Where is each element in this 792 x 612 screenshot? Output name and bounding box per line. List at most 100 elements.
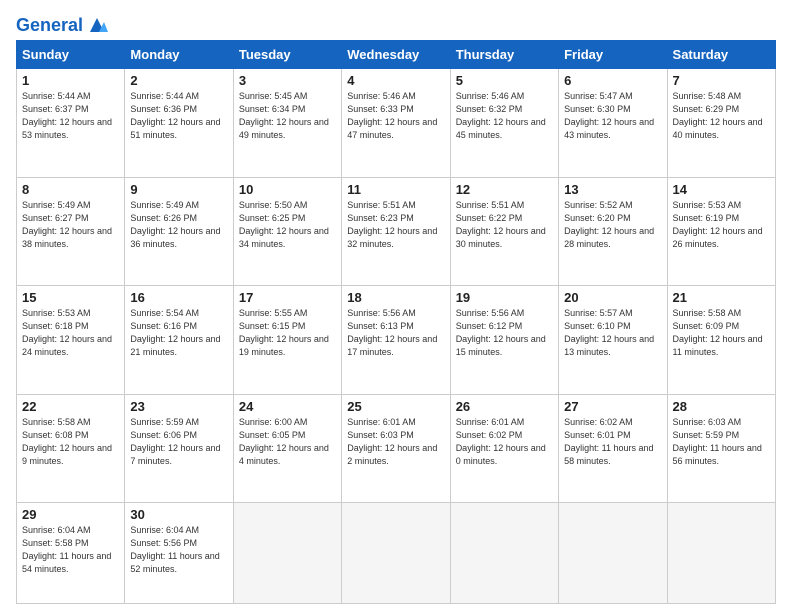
week-row-4: 22 Sunrise: 5:58 AM Sunset: 6:08 PM Dayl… — [17, 394, 776, 503]
calendar-header-row: SundayMondayTuesdayWednesdayThursdayFrid… — [17, 41, 776, 69]
day-number: 6 — [564, 73, 661, 88]
day-info: Sunrise: 5:50 AM Sunset: 6:25 PM Dayligh… — [239, 199, 336, 251]
day-info: Sunrise: 6:01 AM Sunset: 6:03 PM Dayligh… — [347, 416, 444, 468]
week-row-3: 15 Sunrise: 5:53 AM Sunset: 6:18 PM Dayl… — [17, 286, 776, 395]
day-header-tuesday: Tuesday — [233, 41, 341, 69]
calendar-cell: 2 Sunrise: 5:44 AM Sunset: 6:36 PM Dayli… — [125, 69, 233, 178]
day-info: Sunrise: 5:47 AM Sunset: 6:30 PM Dayligh… — [564, 90, 661, 142]
day-info: Sunrise: 5:58 AM Sunset: 6:09 PM Dayligh… — [673, 307, 770, 359]
day-number: 3 — [239, 73, 336, 88]
day-info: Sunrise: 6:04 AM Sunset: 5:58 PM Dayligh… — [22, 524, 119, 576]
calendar-cell: 30 Sunrise: 6:04 AM Sunset: 5:56 PM Dayl… — [125, 503, 233, 604]
calendar-cell: 15 Sunrise: 5:53 AM Sunset: 6:18 PM Dayl… — [17, 286, 125, 395]
day-info: Sunrise: 6:04 AM Sunset: 5:56 PM Dayligh… — [130, 524, 227, 576]
day-number: 4 — [347, 73, 444, 88]
calendar-cell — [450, 503, 558, 604]
page: General SundayMondayTuesdayWednesdayThur… — [0, 0, 792, 612]
day-number: 24 — [239, 399, 336, 414]
week-row-1: 1 Sunrise: 5:44 AM Sunset: 6:37 PM Dayli… — [17, 69, 776, 178]
day-number: 23 — [130, 399, 227, 414]
day-info: Sunrise: 5:53 AM Sunset: 6:19 PM Dayligh… — [673, 199, 770, 251]
calendar-cell: 1 Sunrise: 5:44 AM Sunset: 6:37 PM Dayli… — [17, 69, 125, 178]
calendar-cell: 22 Sunrise: 5:58 AM Sunset: 6:08 PM Dayl… — [17, 394, 125, 503]
day-info: Sunrise: 5:44 AM Sunset: 6:36 PM Dayligh… — [130, 90, 227, 142]
calendar-cell: 18 Sunrise: 5:56 AM Sunset: 6:13 PM Dayl… — [342, 286, 450, 395]
calendar-cell — [667, 503, 775, 604]
logo-icon — [86, 14, 108, 36]
day-info: Sunrise: 5:53 AM Sunset: 6:18 PM Dayligh… — [22, 307, 119, 359]
calendar-cell: 7 Sunrise: 5:48 AM Sunset: 6:29 PM Dayli… — [667, 69, 775, 178]
calendar-cell: 23 Sunrise: 5:59 AM Sunset: 6:06 PM Dayl… — [125, 394, 233, 503]
day-number: 18 — [347, 290, 444, 305]
day-info: Sunrise: 5:57 AM Sunset: 6:10 PM Dayligh… — [564, 307, 661, 359]
day-info: Sunrise: 5:58 AM Sunset: 6:08 PM Dayligh… — [22, 416, 119, 468]
calendar-cell: 19 Sunrise: 5:56 AM Sunset: 6:12 PM Dayl… — [450, 286, 558, 395]
day-info: Sunrise: 5:55 AM Sunset: 6:15 PM Dayligh… — [239, 307, 336, 359]
day-number: 2 — [130, 73, 227, 88]
day-number: 7 — [673, 73, 770, 88]
day-number: 30 — [130, 507, 227, 522]
calendar-table: SundayMondayTuesdayWednesdayThursdayFrid… — [16, 40, 776, 604]
day-number: 21 — [673, 290, 770, 305]
day-number: 16 — [130, 290, 227, 305]
day-info: Sunrise: 5:51 AM Sunset: 6:23 PM Dayligh… — [347, 199, 444, 251]
calendar-cell: 27 Sunrise: 6:02 AM Sunset: 6:01 PM Dayl… — [559, 394, 667, 503]
calendar-cell: 9 Sunrise: 5:49 AM Sunset: 6:26 PM Dayli… — [125, 177, 233, 286]
day-info: Sunrise: 5:48 AM Sunset: 6:29 PM Dayligh… — [673, 90, 770, 142]
calendar-cell: 3 Sunrise: 5:45 AM Sunset: 6:34 PM Dayli… — [233, 69, 341, 178]
calendar-cell: 6 Sunrise: 5:47 AM Sunset: 6:30 PM Dayli… — [559, 69, 667, 178]
day-number: 25 — [347, 399, 444, 414]
day-info: Sunrise: 5:45 AM Sunset: 6:34 PM Dayligh… — [239, 90, 336, 142]
day-header-thursday: Thursday — [450, 41, 558, 69]
calendar-cell: 24 Sunrise: 6:00 AM Sunset: 6:05 PM Dayl… — [233, 394, 341, 503]
day-number: 29 — [22, 507, 119, 522]
day-info: Sunrise: 5:46 AM Sunset: 6:32 PM Dayligh… — [456, 90, 553, 142]
day-info: Sunrise: 5:54 AM Sunset: 6:16 PM Dayligh… — [130, 307, 227, 359]
day-number: 15 — [22, 290, 119, 305]
day-number: 20 — [564, 290, 661, 305]
day-number: 13 — [564, 182, 661, 197]
calendar-cell: 10 Sunrise: 5:50 AM Sunset: 6:25 PM Dayl… — [233, 177, 341, 286]
day-number: 12 — [456, 182, 553, 197]
day-info: Sunrise: 6:01 AM Sunset: 6:02 PM Dayligh… — [456, 416, 553, 468]
calendar-cell: 28 Sunrise: 6:03 AM Sunset: 5:59 PM Dayl… — [667, 394, 775, 503]
calendar-cell: 5 Sunrise: 5:46 AM Sunset: 6:32 PM Dayli… — [450, 69, 558, 178]
calendar-cell: 4 Sunrise: 5:46 AM Sunset: 6:33 PM Dayli… — [342, 69, 450, 178]
day-number: 14 — [673, 182, 770, 197]
day-number: 26 — [456, 399, 553, 414]
calendar-cell: 8 Sunrise: 5:49 AM Sunset: 6:27 PM Dayli… — [17, 177, 125, 286]
day-header-monday: Monday — [125, 41, 233, 69]
calendar-cell: 26 Sunrise: 6:01 AM Sunset: 6:02 PM Dayl… — [450, 394, 558, 503]
calendar-cell: 11 Sunrise: 5:51 AM Sunset: 6:23 PM Dayl… — [342, 177, 450, 286]
logo: General — [16, 16, 108, 32]
day-number: 8 — [22, 182, 119, 197]
day-header-wednesday: Wednesday — [342, 41, 450, 69]
calendar-cell: 17 Sunrise: 5:55 AM Sunset: 6:15 PM Dayl… — [233, 286, 341, 395]
calendar-cell: 13 Sunrise: 5:52 AM Sunset: 6:20 PM Dayl… — [559, 177, 667, 286]
day-info: Sunrise: 5:49 AM Sunset: 6:26 PM Dayligh… — [130, 199, 227, 251]
day-number: 11 — [347, 182, 444, 197]
calendar-cell: 29 Sunrise: 6:04 AM Sunset: 5:58 PM Dayl… — [17, 503, 125, 604]
week-row-5: 29 Sunrise: 6:04 AM Sunset: 5:58 PM Dayl… — [17, 503, 776, 604]
day-info: Sunrise: 5:52 AM Sunset: 6:20 PM Dayligh… — [564, 199, 661, 251]
day-number: 17 — [239, 290, 336, 305]
day-info: Sunrise: 6:00 AM Sunset: 6:05 PM Dayligh… — [239, 416, 336, 468]
header: General — [16, 16, 776, 32]
day-number: 9 — [130, 182, 227, 197]
calendar-cell — [233, 503, 341, 604]
calendar-cell: 21 Sunrise: 5:58 AM Sunset: 6:09 PM Dayl… — [667, 286, 775, 395]
day-header-friday: Friday — [559, 41, 667, 69]
day-info: Sunrise: 5:56 AM Sunset: 6:13 PM Dayligh… — [347, 307, 444, 359]
calendar-cell: 20 Sunrise: 5:57 AM Sunset: 6:10 PM Dayl… — [559, 286, 667, 395]
day-number: 10 — [239, 182, 336, 197]
calendar-cell: 12 Sunrise: 5:51 AM Sunset: 6:22 PM Dayl… — [450, 177, 558, 286]
day-number: 19 — [456, 290, 553, 305]
calendar-cell — [559, 503, 667, 604]
calendar-cell: 16 Sunrise: 5:54 AM Sunset: 6:16 PM Dayl… — [125, 286, 233, 395]
day-info: Sunrise: 5:56 AM Sunset: 6:12 PM Dayligh… — [456, 307, 553, 359]
day-number: 1 — [22, 73, 119, 88]
week-row-2: 8 Sunrise: 5:49 AM Sunset: 6:27 PM Dayli… — [17, 177, 776, 286]
calendar-cell — [342, 503, 450, 604]
day-info: Sunrise: 6:02 AM Sunset: 6:01 PM Dayligh… — [564, 416, 661, 468]
day-number: 27 — [564, 399, 661, 414]
